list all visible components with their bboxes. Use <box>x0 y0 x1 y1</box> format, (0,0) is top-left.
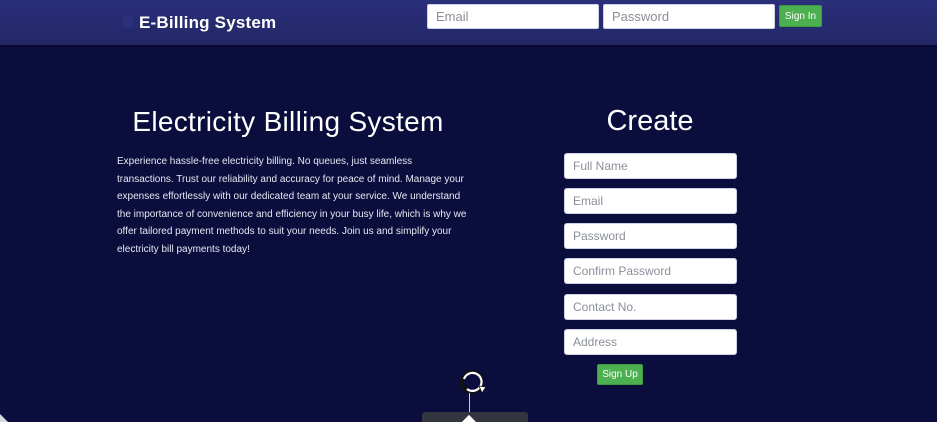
sign-in-button[interactable]: Sign In <box>779 5 822 27</box>
sign-up-button[interactable]: Sign Up <box>597 364 643 385</box>
full-name-field[interactable] <box>564 153 737 179</box>
login-email-input[interactable] <box>427 4 599 29</box>
address-field[interactable] <box>564 329 737 355</box>
login-password-input[interactable] <box>603 4 775 29</box>
contact-number-field[interactable] <box>564 294 737 320</box>
navbar: E-Billing System Sign In <box>0 0 937 45</box>
loader-stem <box>469 393 470 413</box>
brand-logo-icon <box>123 17 133 27</box>
page: E-Billing System Sign In Electricity Bil… <box>0 0 937 422</box>
hero-title: Electricity Billing System <box>132 106 444 137</box>
corner-marker <box>0 414 8 422</box>
hero-description: Experience hassle-free electricity billi… <box>117 156 467 255</box>
refresh-icon[interactable] <box>457 369 487 395</box>
confirm-password-field[interactable] <box>564 258 737 284</box>
email-field[interactable] <box>564 188 737 214</box>
signup-form-title: Create <box>606 105 694 137</box>
password-field[interactable] <box>564 223 737 249</box>
brand-title[interactable]: E-Billing System <box>139 13 276 33</box>
